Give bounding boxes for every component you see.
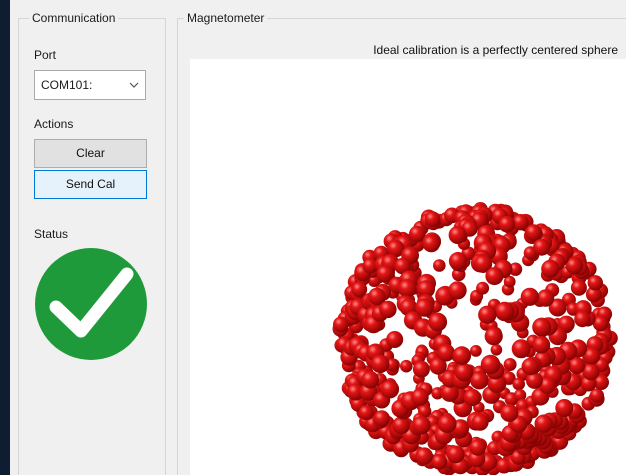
calibration-point <box>541 259 560 278</box>
clear-button[interactable]: Clear <box>34 139 147 168</box>
calibration-point <box>361 370 379 389</box>
calibration-point <box>424 211 441 228</box>
calibration-point <box>587 275 603 291</box>
calibration-point <box>448 281 467 300</box>
app-window: Communication Port COM101: Actions Clear… <box>0 0 626 475</box>
calibration-point <box>525 224 542 242</box>
calibration-point <box>431 453 448 470</box>
calibration-point <box>478 305 497 324</box>
calibration-point <box>471 413 489 431</box>
calibration-point <box>400 359 413 373</box>
calibration-point <box>415 447 433 465</box>
port-select[interactable]: COM101: <box>34 70 146 100</box>
calibration-point <box>412 360 430 378</box>
calibration-point <box>428 312 448 332</box>
calibration-point <box>422 234 441 253</box>
calibration-point <box>533 238 551 256</box>
send-cal-button[interactable]: Send Cal <box>34 170 147 199</box>
status-label: Status <box>34 227 69 241</box>
calibration-point <box>469 439 487 456</box>
calibration-point <box>373 410 390 427</box>
calibration-point <box>371 354 390 374</box>
calibration-point <box>476 281 490 295</box>
calibration-point <box>470 345 482 357</box>
calibration-point <box>433 259 446 272</box>
chevron-down-icon <box>129 82 139 88</box>
calibration-point <box>412 416 431 435</box>
calibration-point <box>358 405 374 421</box>
magnetometer-group-title: Magnetometer <box>184 10 268 26</box>
calibration-point <box>532 336 551 354</box>
calibration-point <box>448 252 468 271</box>
calibration-point <box>574 310 591 328</box>
calibration-point <box>532 317 552 337</box>
calibration-point <box>452 346 472 365</box>
calibration-point <box>555 399 574 417</box>
plot-caption: Ideal calibration is a perfectly centere… <box>373 43 618 57</box>
calibration-point <box>536 289 555 307</box>
actions-label: Actions <box>34 117 74 131</box>
calibration-point <box>500 403 519 422</box>
magnetometer-scatter <box>332 202 618 475</box>
calibration-point <box>498 215 516 233</box>
calibration-point <box>490 344 503 356</box>
calibration-point <box>415 298 434 317</box>
calibration-point <box>398 279 417 298</box>
calibration-point <box>379 300 397 319</box>
port-select-value: COM101: <box>41 78 93 92</box>
calibration-point <box>511 339 531 359</box>
calibration-point <box>463 388 481 407</box>
calibration-point <box>380 379 400 399</box>
calibration-point <box>480 354 501 375</box>
communication-group-title: Communication <box>29 10 119 26</box>
port-label: Port <box>34 48 57 62</box>
calibration-point <box>437 414 457 433</box>
calibration-point <box>494 301 515 322</box>
calibration-point <box>484 327 503 346</box>
calibration-point <box>437 344 455 362</box>
calibration-point <box>392 416 410 435</box>
calibration-point <box>454 363 474 382</box>
window-edge <box>0 0 10 475</box>
calibration-point <box>448 226 467 244</box>
calibration-point <box>521 357 539 376</box>
status-indicator <box>35 248 147 360</box>
calibration-point <box>446 445 465 464</box>
calibration-point <box>570 279 587 296</box>
calibration-point <box>485 267 504 286</box>
calibration-point <box>386 331 404 348</box>
magnetometer-plot <box>190 59 626 475</box>
calibration-point <box>512 377 525 391</box>
calibration-point <box>411 388 429 406</box>
calibration-point <box>520 287 539 306</box>
